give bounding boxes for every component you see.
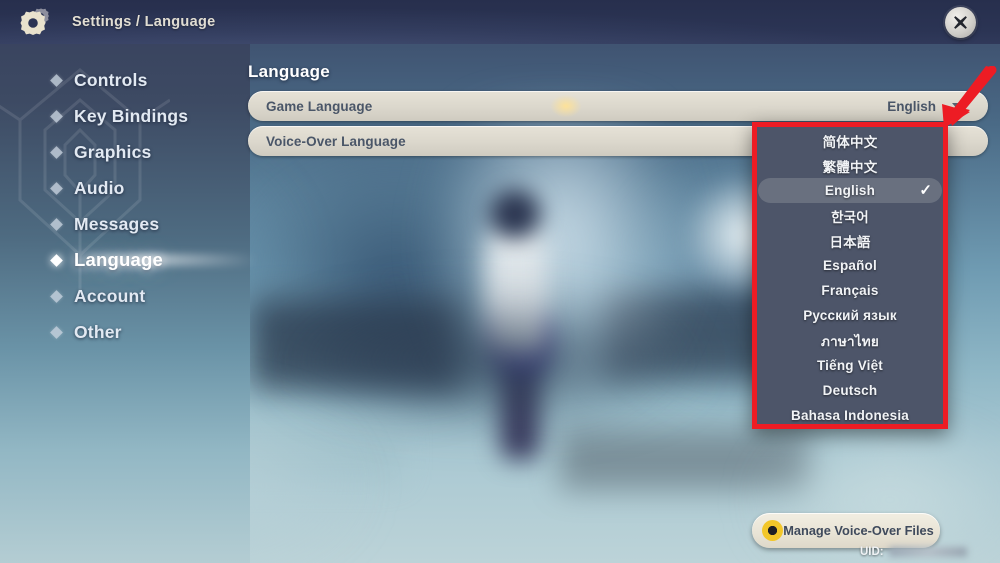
option-label: Français [821, 283, 879, 298]
game-language-row[interactable]: Game Language English [248, 91, 988, 121]
dropdown-option-german[interactable]: Deutsch [758, 378, 942, 403]
sidebar-item-messages[interactable]: Messages [50, 206, 262, 242]
dropdown-option-spanish[interactable]: Español [758, 253, 942, 278]
dropdown-option-japanese[interactable]: 日本語 [758, 228, 942, 253]
header-sheen [0, 0, 1000, 44]
dropdown-option-thai[interactable]: ภาษาไทย [758, 328, 942, 353]
option-label: 日本語 [829, 234, 871, 250]
sidebar-item-controls[interactable]: Controls [50, 62, 262, 98]
option-label: English [824, 183, 876, 198]
option-label: 繁體中文 [822, 159, 878, 175]
game-language-value: English [887, 98, 936, 114]
sidebar-item-label: Graphics [74, 141, 152, 162]
character-silhouette [490, 190, 540, 238]
settings-gear-icon [14, 0, 58, 44]
chevron-down-icon[interactable] [952, 102, 964, 110]
sidebar-item-label: Messages [74, 213, 160, 234]
background-blob [280, 300, 700, 420]
checkmark-icon: ✓ [919, 182, 932, 199]
game-language-label: Game Language [266, 98, 373, 114]
sidebar-item-account[interactable]: Account [50, 278, 262, 314]
dropdown-option-english[interactable]: English ✓ [758, 178, 942, 203]
bullet-diamond-icon [50, 217, 63, 231]
settings-header-bar: Settings / Language [0, 0, 1000, 44]
sidebar-item-label: Other [74, 321, 122, 342]
uid-value-redacted [888, 547, 967, 557]
voice-over-language-label: Voice-Over Language [266, 133, 406, 149]
dropdown-option-simplified-chinese[interactable]: 简体中文 [758, 128, 942, 153]
manage-button-label: Manage Voice-Over Files [783, 522, 934, 538]
sidebar-item-audio[interactable]: Audio [50, 170, 262, 206]
sidebar-item-label: Account [74, 285, 146, 306]
option-label: 简体中文 [822, 134, 878, 150]
bullet-diamond-icon [50, 181, 63, 195]
sidebar-item-label: Audio [74, 177, 125, 198]
manage-voice-over-files-button[interactable]: Manage Voice-Over Files [752, 513, 940, 548]
sidebar-item-key-bindings[interactable]: Key Bindings [50, 98, 262, 134]
option-label: Bahasa Indonesia [791, 408, 909, 423]
dropdown-option-korean[interactable]: 한국어 [758, 203, 942, 228]
dropdown-option-french[interactable]: Français [758, 278, 942, 303]
close-button[interactable] [945, 7, 976, 38]
page-title: Language [248, 62, 330, 81]
bullet-diamond-icon [50, 145, 63, 159]
sidebar-item-language[interactable]: Language [50, 242, 262, 278]
bullet-diamond-icon [50, 73, 63, 87]
option-label: Tiếng Việt [816, 358, 884, 373]
game-language-dropdown[interactable]: 简体中文 繁體中文 English ✓ 한국어 日本語 Español Fran… [752, 122, 948, 429]
bullet-diamond-icon [50, 109, 63, 123]
sidebar-item-other[interactable]: Other [50, 314, 262, 350]
flower-gear-icon [762, 520, 783, 541]
uid-label: UID: [860, 546, 884, 558]
bullet-diamond-icon [50, 253, 63, 267]
sidebar-item-label: Language [74, 249, 163, 270]
dropdown-option-indonesian[interactable]: Bahasa Indonesia [758, 403, 942, 428]
option-label: Español [823, 258, 877, 273]
sidebar-item-label: Key Bindings [74, 105, 189, 126]
uid-display: UID: [860, 546, 967, 558]
dropdown-option-vietnamese[interactable]: Tiếng Việt [758, 353, 942, 378]
option-label: ภาษาไทย [821, 333, 879, 349]
dropdown-option-russian[interactable]: Русский язык [758, 303, 942, 328]
settings-nav-list: Controls Key Bindings Graphics Audio Mes… [50, 62, 262, 350]
option-label: Deutsch [822, 383, 878, 398]
bullet-diamond-icon [50, 289, 63, 303]
sidebar-item-graphics[interactable]: Graphics [50, 134, 262, 170]
sparkle-icon [548, 93, 584, 119]
dropdown-option-traditional-chinese[interactable]: 繁體中文 [758, 153, 942, 178]
option-label: Русский язык [803, 308, 897, 323]
bullet-diamond-icon [50, 325, 63, 339]
dropdown-option-list: 简体中文 繁體中文 English ✓ 한국어 日本語 Español Fran… [752, 122, 948, 429]
option-label: 한국어 [831, 209, 869, 225]
sidebar-item-label: Controls [74, 69, 148, 90]
close-x-icon [954, 16, 967, 29]
